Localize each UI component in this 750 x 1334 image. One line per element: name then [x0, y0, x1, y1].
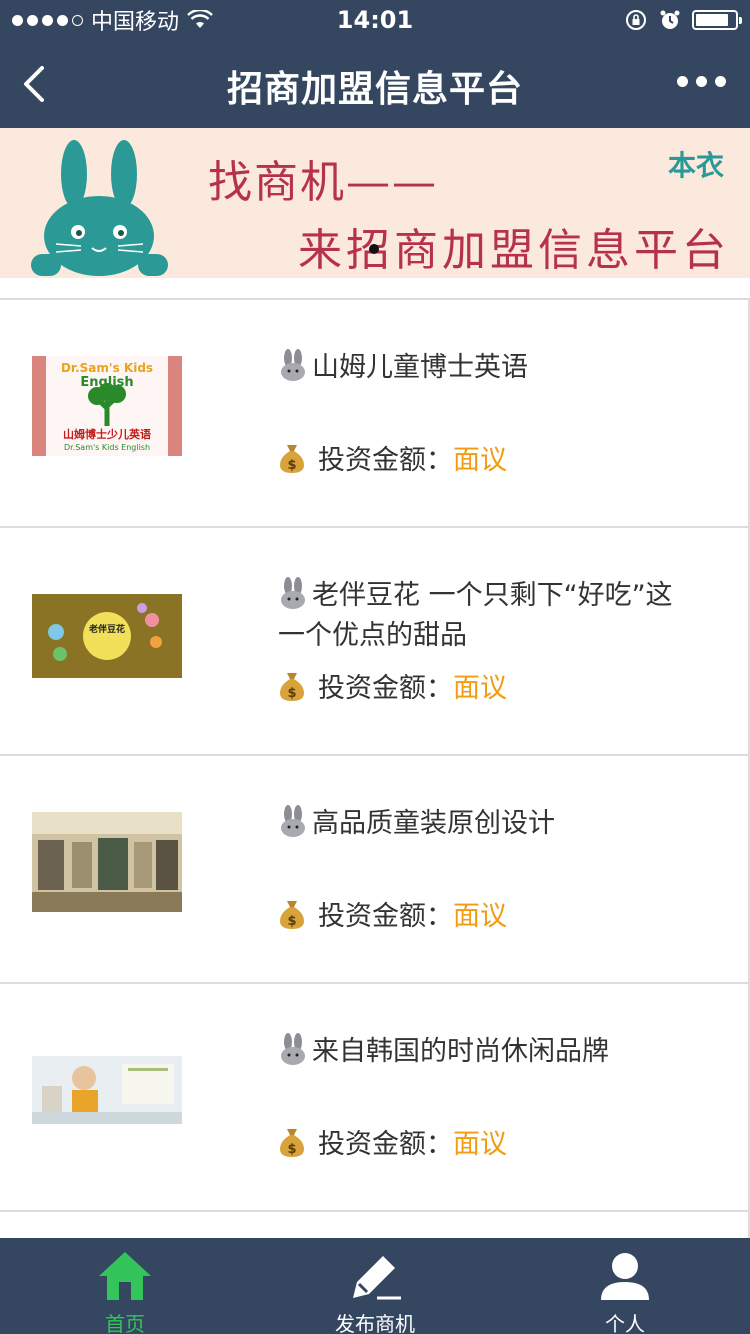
battery-icon	[692, 10, 742, 30]
money-bag-icon: $	[280, 444, 304, 473]
item-title: 山姆儿童博士英语	[278, 348, 698, 388]
rotation-lock-icon	[626, 10, 646, 30]
person-icon	[601, 1253, 649, 1300]
investment-value: 面议	[453, 901, 507, 932]
tab-profile[interactable]: 个人	[500, 1238, 750, 1334]
more-dots-icon	[677, 76, 688, 87]
money-bag-icon: $	[280, 672, 304, 701]
item-thumbnail: Dr.Sam's Kids English 山姆博士少儿英语 Dr.Sam's …	[32, 356, 182, 456]
list-item[interactable]: 来自韩国的时尚休闲品牌 $ 投资金额： 面议	[0, 982, 750, 1210]
edit-icon	[353, 1256, 401, 1300]
money-bag-icon: $	[280, 1128, 304, 1157]
banner-subheadline: 来招商加盟信息平台	[298, 225, 730, 276]
investment-value: 面议	[453, 1129, 507, 1160]
list-item[interactable]: 老伴豆花 老伴豆花 一个只剩下“好吃”这一个优点的甜品 $ 投资金额： 面议	[0, 526, 750, 754]
item-investment: $ 投资金额： 面议	[278, 1122, 507, 1161]
item-title-text: 山姆儿童博士英语	[312, 352, 528, 383]
alarm-icon	[660, 10, 680, 29]
more-options-button[interactable]	[677, 76, 726, 87]
item-investment: $ 投资金额： 面议	[278, 438, 507, 477]
thumb-brand-top: Dr.Sam's Kids	[61, 361, 153, 375]
svg-text:$: $	[287, 458, 296, 473]
svg-text:$: $	[287, 914, 296, 929]
tab-bar: 首页 发布商机 个人	[0, 1238, 750, 1334]
status-bar: 中国移动 14:01	[0, 0, 750, 40]
tab-profile-label: 个人	[605, 1312, 645, 1334]
tab-home[interactable]: 首页	[0, 1238, 250, 1334]
tab-publish[interactable]: 发布商机	[250, 1238, 500, 1334]
investment-label: 投资金额：	[318, 445, 453, 476]
investment-value: 面议	[453, 673, 507, 704]
item-title-text: 高品质童装原创设计	[312, 808, 555, 839]
bunny-mascot-icon	[31, 140, 168, 276]
item-investment: $ 投资金额： 面议	[278, 666, 507, 705]
item-title-text: 老伴豆花 一个只剩下“好吃”这一个优点的甜品	[278, 580, 673, 651]
svg-text:$: $	[287, 1142, 296, 1157]
item-investment: $ 投资金额： 面议	[278, 894, 507, 933]
page-title: 招商加盟信息平台	[226, 69, 523, 110]
banner-brand: 本衣	[667, 149, 724, 182]
list-item[interactable]	[0, 1210, 750, 1240]
tab-publish-label: 发布商机	[335, 1312, 415, 1334]
investment-label: 投资金额：	[318, 1129, 453, 1160]
thumb-brand-cn: 山姆博士少儿英语	[63, 427, 151, 441]
thumb-brand-top: 老伴豆花	[88, 623, 125, 635]
tab-home-label: 首页	[105, 1312, 145, 1334]
item-title: 高品质童装原创设计	[278, 804, 698, 844]
bunny-icon	[281, 1033, 305, 1065]
bunny-icon	[281, 349, 305, 381]
bunny-icon	[281, 805, 305, 837]
item-thumbnail: 老伴豆花	[32, 594, 182, 694]
nav-bar: 招商加盟信息平台	[0, 40, 750, 128]
banner-headline: 找商机——	[208, 157, 438, 208]
investment-label: 投资金额：	[318, 673, 453, 704]
list-item[interactable]: 高品质童装原创设计 $ 投资金额： 面议	[0, 754, 750, 982]
listing: Dr.Sam's Kids English 山姆博士少儿英语 Dr.Sam's …	[0, 298, 750, 1240]
item-title: 来自韩国的时尚休闲品牌	[278, 1032, 698, 1072]
svg-text:$: $	[287, 686, 296, 701]
thumb-brand-en: Dr.Sam's Kids English	[64, 443, 150, 452]
banner-carousel[interactable]: 找商机—— 来招商加盟信息平台 本衣	[0, 128, 750, 278]
item-title-text: 来自韩国的时尚休闲品牌	[312, 1036, 609, 1067]
investment-label: 投资金额：	[318, 901, 453, 932]
carousel-indicator	[369, 244, 379, 254]
home-icon	[99, 1252, 151, 1300]
bunny-icon	[281, 577, 305, 609]
list-item[interactable]: Dr.Sam's Kids English 山姆博士少儿英语 Dr.Sam's …	[0, 298, 750, 526]
item-title: 老伴豆花 一个只剩下“好吃”这一个优点的甜品	[278, 576, 698, 656]
money-bag-icon: $	[280, 900, 304, 929]
investment-value: 面议	[453, 445, 507, 476]
item-thumbnail	[32, 812, 182, 912]
item-thumbnail	[32, 1056, 182, 1124]
